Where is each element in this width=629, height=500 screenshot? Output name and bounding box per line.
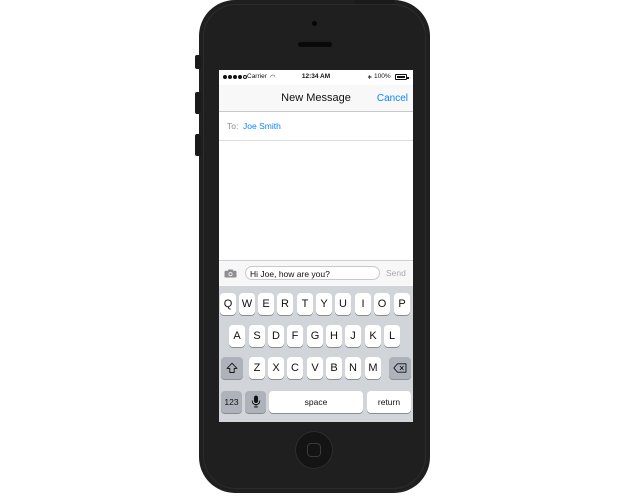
key-t[interactable]: T (297, 293, 313, 315)
recipient-name[interactable]: Joe Smith (243, 121, 281, 131)
key-b[interactable]: B (326, 357, 342, 379)
key-p[interactable]: P (394, 293, 410, 315)
key-d[interactable]: D (268, 325, 284, 347)
key-e[interactable]: E (258, 293, 274, 315)
key-w[interactable]: W (239, 293, 255, 315)
key-j[interactable]: J (345, 325, 361, 347)
message-input[interactable]: Hi Joe, how are you? (245, 266, 380, 280)
to-label: To: (227, 121, 239, 131)
key-c[interactable]: C (287, 357, 303, 379)
send-button[interactable]: Send (386, 268, 406, 278)
status-bar: Carrier ◠ 12:34 AM ∗ 100% (219, 70, 413, 85)
shift-key[interactable] (221, 357, 243, 379)
sleep-button (354, 0, 394, 4)
key-u[interactable]: U (335, 293, 351, 315)
key-q[interactable]: Q (220, 293, 236, 315)
delete-icon (393, 363, 407, 373)
compose-bar: Hi Joe, how are you? Send (219, 260, 413, 286)
volume-down-button (195, 134, 201, 156)
key-f[interactable]: F (287, 325, 303, 347)
key-h[interactable]: H (326, 325, 342, 347)
space-key[interactable]: space (269, 391, 363, 413)
mute-switch (195, 55, 201, 69)
camera-icon[interactable] (224, 269, 237, 278)
key-o[interactable]: O (374, 293, 390, 315)
shift-icon (226, 362, 238, 373)
microphone-icon (251, 395, 260, 408)
numbers-key[interactable]: 123 (221, 391, 242, 413)
message-text: Hi Joe, how are you? (250, 268, 330, 279)
key-g[interactable]: G (307, 325, 323, 347)
key-n[interactable]: N (345, 357, 361, 379)
battery-icon (395, 74, 409, 80)
recipient-field[interactable]: To: Joe Smith (219, 112, 413, 141)
key-r[interactable]: R (277, 293, 293, 315)
key-a[interactable]: A (229, 325, 245, 347)
key-z[interactable]: Z (249, 357, 265, 379)
return-key[interactable]: return (367, 391, 411, 413)
key-i[interactable]: I (355, 293, 371, 315)
key-s[interactable]: S (249, 325, 265, 347)
key-m[interactable]: M (365, 357, 381, 379)
home-button[interactable] (295, 431, 333, 469)
cancel-button[interactable]: Cancel (377, 93, 408, 104)
key-k[interactable]: K (365, 325, 381, 347)
volume-up-button (195, 92, 201, 114)
front-camera (312, 21, 317, 26)
battery-percent: 100% (374, 73, 391, 80)
key-l[interactable]: L (384, 325, 400, 347)
earpiece-speaker (298, 42, 332, 47)
delete-key[interactable] (389, 357, 411, 379)
key-y[interactable]: Y (316, 293, 332, 315)
key-v[interactable]: V (307, 357, 323, 379)
dictation-key[interactable] (245, 391, 266, 413)
bluetooth-icon: ∗ (367, 74, 373, 81)
home-square-icon (307, 443, 321, 457)
keyboard: Q W E R T Y U I O P A S D F G H J K L Z … (219, 286, 413, 422)
phone-screen: Carrier ◠ 12:34 AM ∗ 100% New Message Ca… (219, 70, 413, 422)
key-x[interactable]: X (268, 357, 284, 379)
navigation-bar: New Message Cancel (219, 85, 413, 112)
conversation-area (219, 141, 413, 260)
